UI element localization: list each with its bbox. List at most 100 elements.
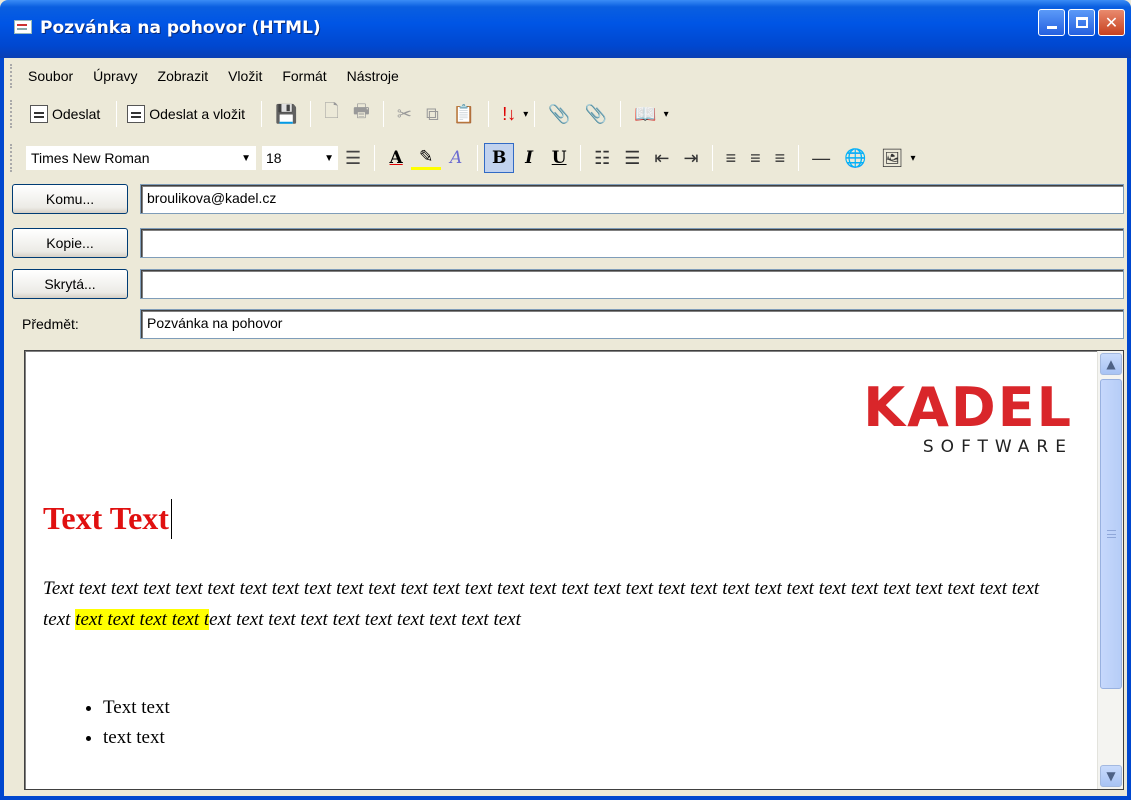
- toolbar-separator: [798, 145, 800, 171]
- heading-text: Text Text: [43, 500, 169, 536]
- horizontal-line-icon[interactable]: —: [812, 148, 830, 169]
- hyperlink-icon[interactable]: 🌐: [844, 148, 866, 169]
- menu-zobrazit[interactable]: Zobrazit: [158, 68, 209, 84]
- bullet-list: Text text text text: [81, 693, 170, 753]
- scroll-up-button[interactable]: ▲: [1100, 353, 1122, 375]
- address-book-icon[interactable]: 📖: [634, 104, 656, 125]
- toolbar-separator: [488, 101, 490, 127]
- close-button[interactable]: ✕: [1098, 9, 1125, 36]
- bullet-list-icon[interactable]: ☰: [624, 148, 640, 169]
- paragraph-text-end: ext text text text text text text text t…: [209, 609, 521, 630]
- logo-main-text: KADEL: [863, 376, 1073, 439]
- font-size-value: 18: [266, 150, 282, 166]
- toolbar-separator: [260, 101, 262, 127]
- send-insert-button[interactable]: Odeslat a vložit: [123, 103, 249, 125]
- font-name: Times New Roman: [31, 150, 150, 166]
- increase-indent-icon[interactable]: ⇥: [684, 148, 699, 169]
- menu-format[interactable]: Formát: [282, 68, 326, 84]
- attach-item-icon[interactable]: 📎: [585, 104, 607, 125]
- window-title: Pozvánka na pohovor (HTML): [40, 18, 321, 38]
- text-caret: [170, 499, 172, 539]
- toolbar-separator: [374, 145, 376, 171]
- chevron-down-icon: ▼: [241, 152, 251, 164]
- style-icon[interactable]: ☰: [345, 148, 361, 169]
- numbered-list-icon[interactable]: ☷: [594, 148, 610, 169]
- font-color-icon[interactable]: A: [381, 143, 411, 173]
- font-effects-icon[interactable]: A: [441, 143, 471, 173]
- decrease-indent-icon[interactable]: ⇤: [654, 148, 669, 169]
- send-icon: [30, 105, 48, 123]
- menu-soubor[interactable]: Soubor: [28, 68, 73, 84]
- send-insert-label: Odeslat a vložit: [149, 106, 245, 122]
- italic-button[interactable]: I: [514, 143, 544, 173]
- grip-icon: [1107, 530, 1116, 538]
- toolbar-separator: [711, 145, 713, 171]
- maximize-icon: [1075, 17, 1088, 28]
- paste-icon[interactable]: 📋: [453, 104, 475, 125]
- priority-icon[interactable]: !↓: [502, 104, 516, 125]
- chevron-up-icon: ▲: [1106, 357, 1116, 371]
- message-icon: [14, 20, 32, 34]
- bold-button[interactable]: B: [484, 143, 515, 173]
- chevron-down-icon: ▼: [324, 152, 334, 164]
- menu-bar: Soubor Úpravy Zobrazit Vložit Formát Nás…: [4, 60, 419, 92]
- toolbar-separator: [534, 101, 536, 127]
- send-label: Odeslat: [52, 106, 101, 122]
- align-center-icon[interactable]: ≡: [750, 148, 761, 169]
- print-preview-icon[interactable]: 🗋: [324, 99, 338, 129]
- underline-button[interactable]: U: [544, 143, 574, 173]
- subject-field[interactable]: Pozvánka na pohovor: [140, 309, 1124, 339]
- to-button[interactable]: Komu...: [12, 184, 128, 214]
- formatting-toolbar: Times New Roman ▼ 18 ▼ ☰ A ✎ A B I U ☷ ☰…: [4, 139, 915, 177]
- font-size-select[interactable]: 18 ▼: [262, 146, 338, 170]
- list-item[interactable]: Text text: [103, 693, 170, 723]
- toolbar-overflow-icon[interactable]: ▾: [664, 109, 669, 120]
- message-body[interactable]: KADEL SOFTWARE Text Text Text text text …: [24, 350, 1124, 790]
- cc-button[interactable]: Kopie...: [12, 228, 128, 258]
- save-icon[interactable]: 💾: [275, 104, 297, 125]
- body-paragraph[interactable]: Text text text text text text text text …: [43, 573, 1043, 635]
- toolbar-separator: [580, 145, 582, 171]
- minimize-button[interactable]: [1038, 9, 1065, 36]
- logo-sub-text: SOFTWARE: [922, 437, 1073, 457]
- to-field[interactable]: broulikova@kadel.cz: [140, 184, 1124, 214]
- copy-icon[interactable]: ⧉: [426, 104, 439, 125]
- send-insert-icon: [127, 105, 146, 123]
- align-left-icon[interactable]: ≡: [726, 148, 737, 169]
- window-controls: ✕: [1038, 9, 1125, 36]
- chevron-down-icon: ▼: [1106, 769, 1116, 783]
- vertical-scrollbar[interactable]: ▲ ▼: [1097, 351, 1123, 789]
- scroll-down-button[interactable]: ▼: [1100, 765, 1122, 787]
- toolbar-separator: [382, 101, 384, 127]
- highlight-icon[interactable]: ✎: [411, 146, 442, 170]
- menu-upravy[interactable]: Úpravy: [93, 68, 137, 84]
- toolbar-separator: [477, 145, 479, 171]
- bcc-field[interactable]: [140, 269, 1124, 299]
- toolbar-separator: [620, 101, 622, 127]
- cut-icon[interactable]: ✂: [397, 104, 412, 125]
- list-item[interactable]: text text: [103, 723, 170, 753]
- kadel-logo: KADEL SOFTWARE: [863, 376, 1073, 458]
- cc-field[interactable]: [140, 228, 1124, 258]
- align-right-icon[interactable]: ≡: [775, 148, 786, 169]
- font-select[interactable]: Times New Roman ▼: [26, 146, 256, 170]
- priority-dropdown-icon[interactable]: ▾: [523, 109, 528, 120]
- attach-file-icon[interactable]: 📎: [548, 104, 570, 125]
- body-heading[interactable]: Text Text: [43, 499, 172, 539]
- print-icon[interactable]: 🖶: [353, 99, 370, 129]
- send-button[interactable]: Odeslat: [26, 103, 104, 125]
- minimize-icon: [1046, 26, 1057, 29]
- title-bar: Pozvánka na pohovor (HTML) ✕: [0, 0, 1131, 58]
- insert-picture-icon[interactable]: 🖼: [881, 148, 904, 169]
- subject-label: Předmět:: [22, 316, 79, 332]
- highlighted-text: text text text text t: [75, 609, 210, 630]
- menu-nastroje[interactable]: Nástroje: [347, 68, 399, 84]
- close-icon: ✕: [1104, 13, 1119, 32]
- toolbar-separator: [116, 101, 118, 127]
- toolbar-separator: [310, 101, 312, 127]
- scrollbar-thumb[interactable]: [1100, 379, 1122, 689]
- menu-vlozit[interactable]: Vložit: [228, 68, 262, 84]
- bcc-button[interactable]: Skrytá...: [12, 269, 128, 299]
- maximize-button[interactable]: [1068, 9, 1095, 36]
- toolbar-overflow-icon[interactable]: ▾: [910, 153, 915, 164]
